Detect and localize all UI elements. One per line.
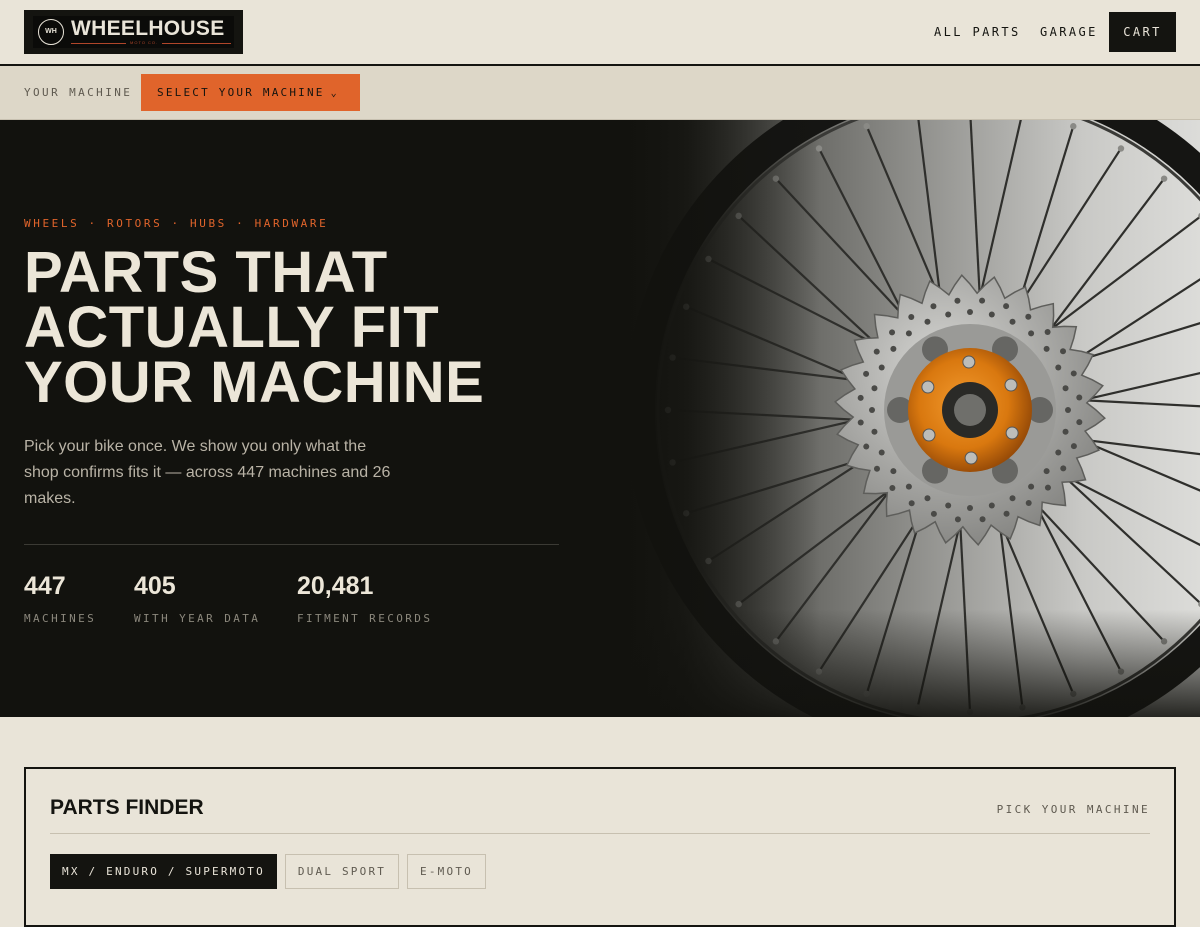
stat-label: FITMENT RECORDS: [297, 612, 433, 625]
tab-dual-sport[interactable]: DUAL SPORT: [285, 854, 399, 889]
chevron-down-icon: ⌄: [330, 88, 339, 99]
stat-year-data: 405 WITH YEAR DATA: [134, 572, 260, 625]
logo-subtitle: MOTO CO.: [126, 40, 163, 45]
headline-line: YOUR MACHINE: [24, 350, 485, 415]
hero-headline: PARTS THAT ACTUALLY FIT YOUR MACHINE: [24, 240, 485, 415]
stat-value: 447: [24, 572, 66, 600]
hero-fade-bottom: [615, 120, 1200, 717]
select-machine-label: SELECT YOUR MACHINE: [157, 86, 325, 99]
finder-divider: [50, 833, 1150, 834]
parts-finder: PARTS FINDER PICK YOUR MACHINE MX / ENDU…: [24, 767, 1176, 927]
cart-button[interactable]: CART: [1109, 12, 1176, 52]
headline-line: ACTUALLY FIT: [24, 295, 440, 360]
site-header: WH WHEELHOUSE MOTO CO. ALL PARTS GARAGE …: [0, 0, 1200, 66]
stat-fitment-records: 20,481 FITMENT RECORDS: [297, 572, 432, 625]
logo[interactable]: WH WHEELHOUSE MOTO CO.: [24, 10, 243, 54]
tab-e-moto[interactable]: E-MOTO: [407, 854, 486, 889]
pick-machine-label: PICK YOUR MACHINE: [996, 803, 1150, 816]
stat-label: WITH YEAR DATA: [134, 612, 261, 625]
parts-finder-title: PARTS FINDER: [50, 796, 204, 819]
hero-lede: Pick your bike once. We show you only wh…: [24, 438, 391, 507]
nav-garage[interactable]: GARAGE: [1040, 25, 1098, 39]
headline-line: PARTS THAT: [24, 240, 388, 305]
stat-machines: 447 MACHINES: [24, 572, 96, 625]
stat-label: MACHINES: [24, 612, 97, 625]
hero-kicker: WHEELS · ROTORS · HUBS · HARDWARE: [24, 217, 329, 230]
logo-plate: WH WHEELHOUSE MOTO CO.: [33, 16, 234, 48]
wh-badge-icon: WH: [38, 19, 64, 45]
stat-value: 405: [134, 572, 176, 600]
machine-label: YOUR MACHINE: [24, 86, 133, 99]
tab-mx-enduro-supermoto[interactable]: MX / ENDURO / SUPERMOTO: [50, 854, 277, 889]
hero: WHEELS · ROTORS · HUBS · HARDWARE PARTS …: [0, 120, 1200, 717]
logo-wordmark: WHEELHOUSE: [71, 17, 225, 40]
machine-bar: YOUR MACHINE SELECT YOUR MACHINE ⌄: [0, 66, 1200, 120]
nav-all-parts[interactable]: ALL PARTS: [934, 25, 1021, 39]
stat-value: 20,481: [297, 572, 374, 600]
select-machine-button[interactable]: SELECT YOUR MACHINE ⌄: [141, 74, 360, 111]
spoked-wheel-icon: [615, 120, 1200, 717]
hero-divider: [24, 544, 559, 545]
